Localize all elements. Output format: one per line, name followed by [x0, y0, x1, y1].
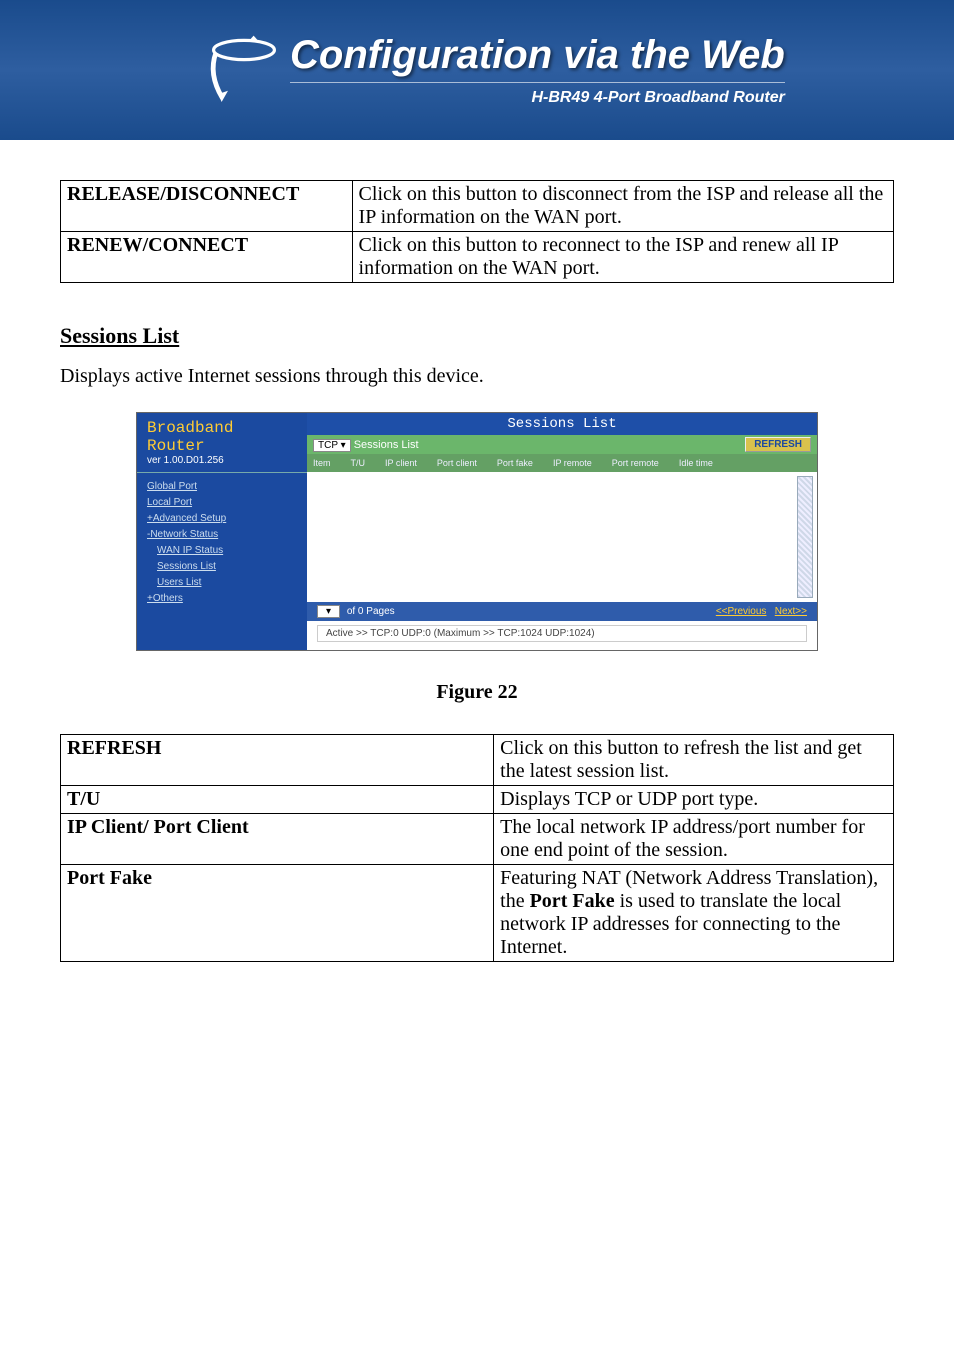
- pages-text: of 0 Pages: [347, 606, 395, 617]
- row-desc: Featuring NAT (Network Address Translati…: [494, 865, 894, 962]
- col-ip-remote: IP remote: [553, 458, 592, 468]
- nav-network-status[interactable]: -Network Status: [147, 527, 297, 543]
- sessions-heading: Sessions List: [60, 323, 894, 349]
- shot-main-title: Sessions List: [307, 413, 817, 435]
- release-renew-table: RELEASE/DISCONNECT Click on this button …: [60, 180, 894, 283]
- shot-nav: Global Port Local Port +Advanced Setup -…: [137, 479, 307, 617]
- router-arrow-icon: [200, 30, 280, 110]
- col-port-fake: Port fake: [497, 458, 533, 468]
- col-port-client: Port client: [437, 458, 477, 468]
- row-desc: Displays TCP or UDP port type.: [494, 786, 894, 814]
- nav-others[interactable]: +Others: [147, 591, 297, 607]
- sessions-body: Displays active Internet sessions throug…: [60, 365, 894, 388]
- row-label: T/U: [61, 786, 494, 814]
- nav-global-port[interactable]: Global Port: [147, 479, 297, 495]
- banner-title: Configuration via the Web: [290, 33, 785, 78]
- figure-caption: Figure 22: [60, 681, 894, 704]
- table-row: RENEW/CONNECT Click on this button to re…: [61, 232, 894, 283]
- col-item: Item: [313, 458, 331, 468]
- banner-subtitle: H-BR49 4-Port Broadband Router: [290, 82, 785, 107]
- next-link[interactable]: Next>>: [775, 606, 807, 617]
- shot-brand1: Broadband: [137, 413, 307, 437]
- col-port-remote: Port remote: [612, 458, 659, 468]
- table-row: REFRESH Click on this button to refresh …: [61, 735, 894, 786]
- shot-brand2: Router: [137, 437, 307, 455]
- shot-sidebar: Broadband Router ver 1.00.D01.256 Global…: [137, 413, 307, 650]
- row-label: Port Fake: [61, 865, 494, 962]
- col-tu: T/U: [351, 458, 366, 468]
- nav-users-list[interactable]: Users List: [147, 575, 297, 591]
- header-banner: Configuration via the Web H-BR49 4-Port …: [0, 0, 954, 140]
- table-row: IP Client/ Port Client The local network…: [61, 814, 894, 865]
- nav-sessions-list[interactable]: Sessions List: [147, 559, 297, 575]
- row-desc: Click on this button to refresh the list…: [494, 735, 894, 786]
- shot-empty-list: [307, 472, 817, 602]
- nav-local-port[interactable]: Local Port: [147, 495, 297, 511]
- nav-advanced-setup[interactable]: +Advanced Setup: [147, 511, 297, 527]
- table-row: Port Fake Featuring NAT (Network Address…: [61, 865, 894, 962]
- col-ip-client: IP client: [385, 458, 417, 468]
- shot-version: ver 1.00.D01.256: [137, 455, 307, 473]
- definitions-table: REFRESH Click on this button to refresh …: [60, 734, 894, 962]
- row-label: RENEW/CONNECT: [61, 232, 353, 283]
- row-desc: The local network IP address/port number…: [494, 814, 894, 865]
- row-label: RELEASE/DISCONNECT: [61, 181, 353, 232]
- row-desc: Click on this button to reconnect to the…: [352, 232, 893, 283]
- sessions-screenshot: Broadband Router ver 1.00.D01.256 Global…: [136, 412, 818, 651]
- shot-sub-label: Sessions List: [354, 439, 419, 451]
- page-select[interactable]: ▾: [317, 605, 340, 618]
- page-content: RELEASE/DISCONNECT Click on this button …: [0, 140, 954, 982]
- shot-subbar: TCP ▾ Sessions List REFRESH: [307, 435, 817, 454]
- shot-main: Sessions List TCP ▾ Sessions List REFRES…: [307, 413, 817, 650]
- shot-footer: ▾ of 0 Pages <<Previous Next>>: [307, 602, 817, 621]
- table-row: T/U Displays TCP or UDP port type.: [61, 786, 894, 814]
- protocol-select[interactable]: TCP ▾: [313, 439, 351, 452]
- row-label: REFRESH: [61, 735, 494, 786]
- prev-link[interactable]: <<Previous: [716, 606, 767, 617]
- refresh-button[interactable]: REFRESH: [745, 437, 811, 452]
- nav-wan-ip-status[interactable]: WAN IP Status: [147, 543, 297, 559]
- row-label: IP Client/ Port Client: [61, 814, 494, 865]
- scrollbar[interactable]: [797, 476, 813, 598]
- shot-footer-stats: Active >> TCP:0 UDP:0 (Maximum >> TCP:10…: [317, 625, 807, 642]
- table-row: RELEASE/DISCONNECT Click on this button …: [61, 181, 894, 232]
- shot-columns: Item T/U IP client Port client Port fake…: [307, 454, 817, 472]
- figure-wrap: Broadband Router ver 1.00.D01.256 Global…: [60, 412, 894, 651]
- col-idle-time: Idle time: [679, 458, 713, 468]
- row-desc: Click on this button to disconnect from …: [352, 181, 893, 232]
